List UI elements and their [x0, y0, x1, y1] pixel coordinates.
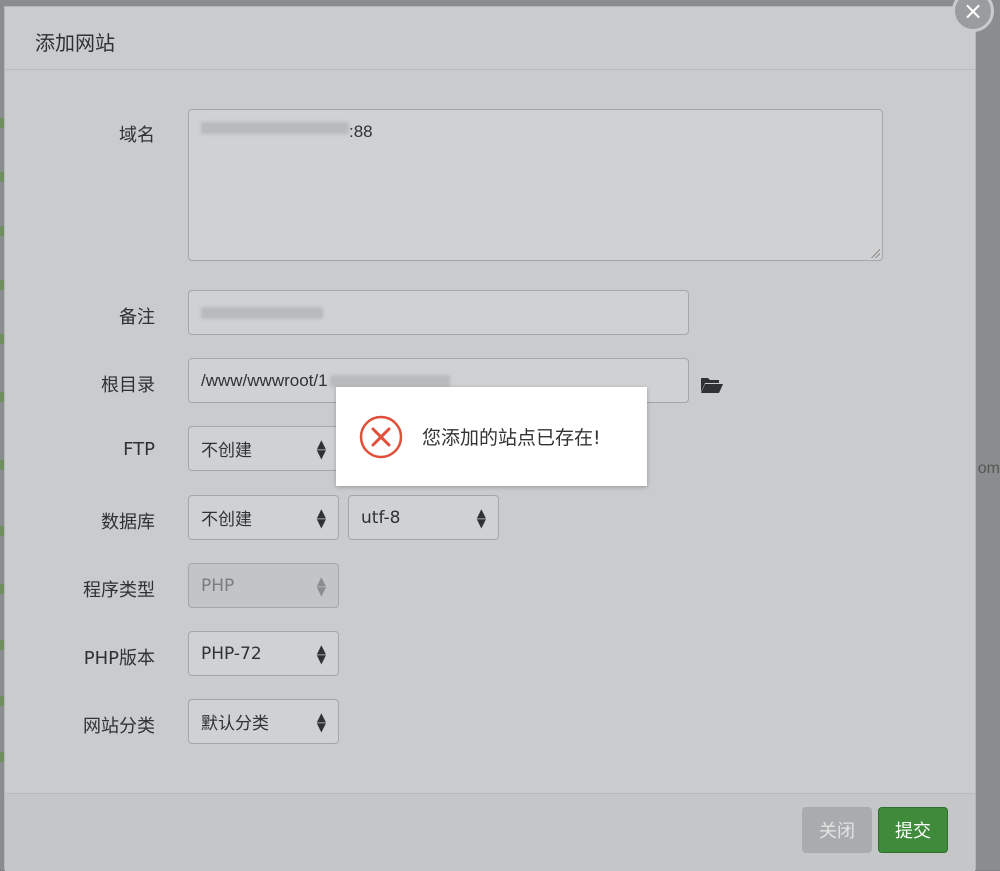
domain-textarea[interactable]: :88 [188, 109, 883, 261]
database-label: 数据库 [101, 512, 155, 533]
select-arrows-icon: ▲ ▼ [316, 641, 326, 666]
select-arrows-icon: ▲ ▼ [316, 505, 326, 530]
database-selected: 不创建 [201, 510, 252, 530]
ftp-select[interactable]: 不创建 ▲ ▼ [188, 426, 339, 471]
dialog-title: 添加网站 [35, 31, 115, 55]
select-arrows-icon: ▲ ▼ [316, 709, 326, 734]
redacted-text [329, 374, 450, 387]
ftp-label: FTP [123, 439, 155, 460]
domain-label: 域名 [119, 125, 155, 146]
domain-port: :88 [349, 122, 373, 141]
php-version-select[interactable]: PHP-72 ▲ ▼ [188, 631, 339, 676]
resize-handle[interactable] [870, 248, 880, 258]
php-version-label: PHP版本 [83, 648, 155, 669]
ftp-selected: 不创建 [201, 441, 252, 461]
root-dir-label: 根目录 [101, 375, 155, 396]
site-category-label: 网站分类 [83, 716, 155, 737]
program-type-label: 程序类型 [83, 580, 155, 601]
folder-open-icon[interactable] [700, 375, 724, 395]
error-circle-icon [359, 415, 403, 458]
remark-input[interactable] [188, 290, 689, 335]
bg-edge-text: om [977, 460, 1000, 477]
redacted-text [201, 122, 349, 134]
program-type-selected: PHP [201, 575, 235, 596]
php-version-selected: PHP-72 [201, 643, 262, 664]
site-category-select[interactable]: 默认分类 ▲ ▼ [188, 699, 339, 744]
close-button[interactable]: 关闭 [802, 807, 872, 853]
dialog-header: 添加网站 [5, 7, 975, 70]
redacted-text [201, 306, 323, 319]
error-toast: 您添加的站点已存在! [336, 387, 647, 486]
select-arrows-icon: ▲ ▼ [316, 436, 326, 461]
charset-selected: utf-8 [361, 507, 401, 528]
root-dir-prefix: /www/wwwroot/1 [201, 370, 328, 390]
submit-button[interactable]: 提交 [878, 807, 948, 853]
program-type-select[interactable]: PHP ▲ ▼ [188, 563, 339, 608]
database-select[interactable]: 不创建 ▲ ▼ [188, 495, 339, 540]
charset-select[interactable]: utf-8 ▲ ▼ [348, 495, 499, 540]
select-arrows-icon: ▲ ▼ [316, 573, 326, 598]
remark-label: 备注 [119, 307, 155, 328]
select-arrows-icon: ▲ ▼ [476, 505, 486, 530]
toast-message: 您添加的站点已存在! [422, 427, 601, 449]
site-category-selected: 默认分类 [201, 714, 269, 734]
